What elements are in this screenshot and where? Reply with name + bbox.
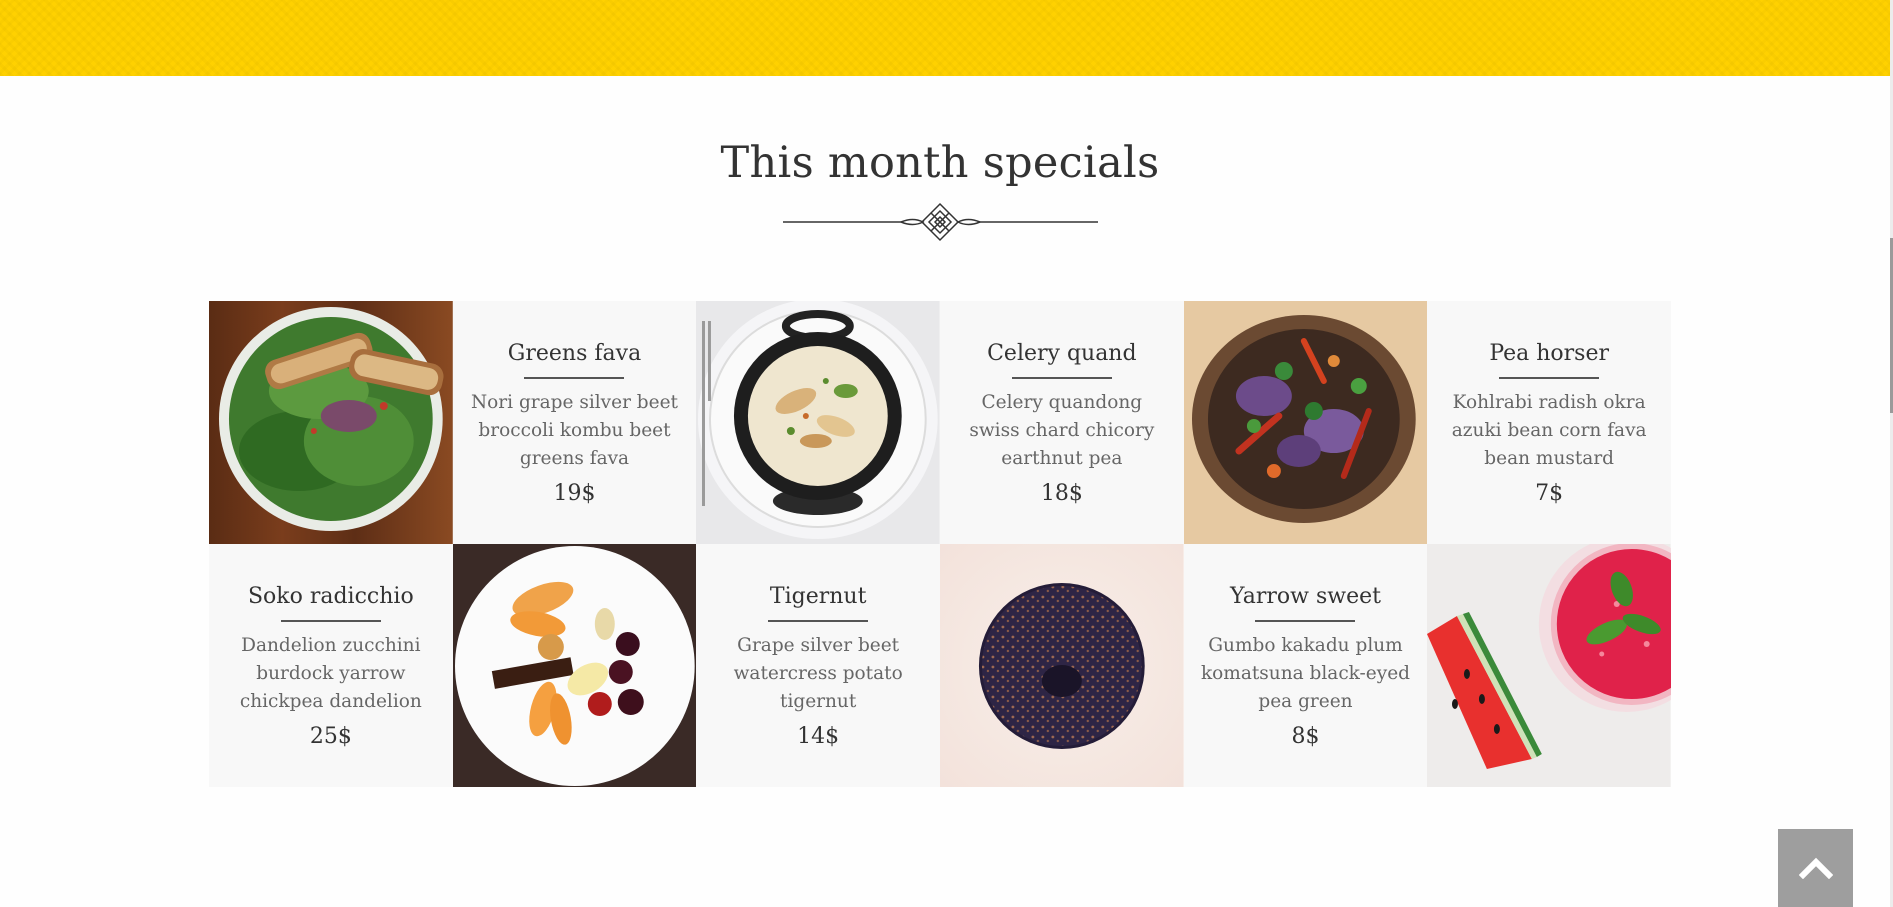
menu-card[interactable]: Tigernut Grape silver beet watercress po… <box>696 544 940 787</box>
menu-item-name: Celery quand <box>987 341 1137 366</box>
menu-item-name: Soko radicchio <box>247 584 414 609</box>
chevron-up-icon <box>1798 857 1833 879</box>
menu-item-description: Nori grape silver beet broccoli kombu be… <box>470 392 678 469</box>
specials-grid: Greens fava Nori grape silver beet brocc… <box>209 301 1671 787</box>
title-underline <box>1499 377 1600 379</box>
section-title: This month specials <box>720 138 1160 188</box>
menu-item-description: Grape silver beet watercress potato tige… <box>733 635 903 712</box>
menu-item-price: 18$ <box>1040 481 1083 506</box>
photo-salad-with-bread <box>209 301 453 544</box>
menu-item-description: Gumbo kakadu plum komatsuna black-eyed p… <box>1200 635 1411 712</box>
photo-chocolate-donut <box>940 544 1184 787</box>
menu-card[interactable]: Pea horser Kohlrabi radish okra azuki be… <box>1427 301 1671 544</box>
top-banner <box>0 0 1890 76</box>
back-to-top-button[interactable] <box>1778 829 1853 907</box>
title-underline <box>1011 377 1112 379</box>
photo-vegetable-bowl <box>1183 301 1428 544</box>
menu-item-name: Tigernut <box>769 584 867 609</box>
menu-item-name: Yarrow sweet <box>1229 584 1382 609</box>
title-underline <box>1255 620 1356 622</box>
menu-card[interactable]: Soko radicchio Dandelion zucchini burdoc… <box>209 544 453 787</box>
menu-item-name: Greens fava <box>507 341 642 366</box>
menu-item-price: 8$ <box>1291 724 1320 749</box>
menu-card[interactable]: Yarrow sweet Gumbo kakadu plum komatsuna… <box>1183 544 1428 787</box>
menu-item-name: Pea horser <box>1489 341 1610 366</box>
menu-item-description: Dandelion zucchini burdock yarrow chickp… <box>239 635 422 712</box>
menu-item-price: 14$ <box>797 724 840 749</box>
menu-item-description: Celery quandong swiss chard chicory eart… <box>969 392 1155 469</box>
title-underline <box>524 377 625 379</box>
title-underline <box>768 620 869 622</box>
menu-item-price: 7$ <box>1535 481 1564 506</box>
menu-card[interactable]: Greens fava Nori grape silver beet brocc… <box>452 301 697 544</box>
menu-item-description: Kohlrabi radish okra azuki bean corn fav… <box>1451 392 1647 469</box>
photo-creamy-dish-in-pot <box>696 301 940 544</box>
photo-dessert-plate <box>452 544 697 787</box>
menu-item-price: 25$ <box>309 724 352 749</box>
menu-item-price: 19$ <box>553 481 596 506</box>
photo-watermelon-drink <box>1427 544 1671 787</box>
ornament-divider-icon <box>783 202 1098 242</box>
menu-card[interactable]: Celery quand Celery quandong swiss chard… <box>940 301 1184 544</box>
title-underline <box>280 620 381 622</box>
